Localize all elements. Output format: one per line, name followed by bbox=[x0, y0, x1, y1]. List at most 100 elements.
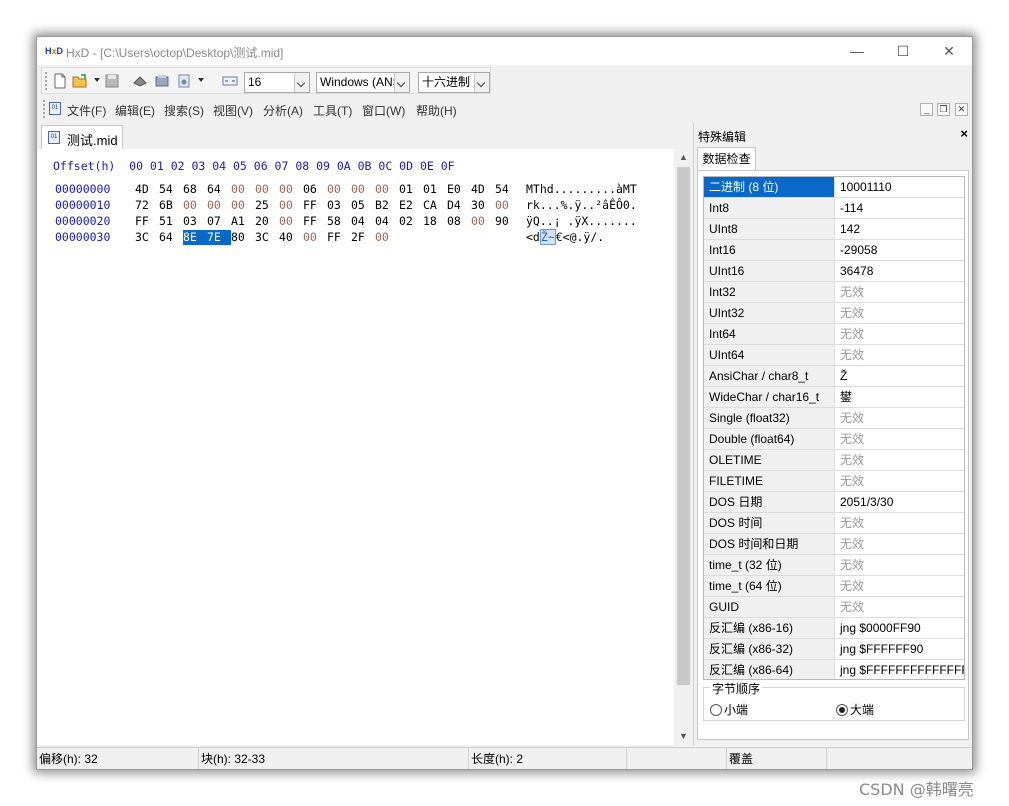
inspector-value[interactable]: 10001110 bbox=[836, 177, 964, 197]
hex-byte[interactable]: 00 bbox=[351, 182, 375, 197]
inspector-value[interactable]: 无效 bbox=[836, 282, 964, 302]
hex-byte[interactable]: 25 bbox=[255, 198, 279, 213]
hex-byte[interactable]: 01 bbox=[423, 182, 447, 197]
hex-byte[interactable]: 00 bbox=[207, 198, 231, 213]
maximize-button[interactable]: ☐ bbox=[880, 37, 926, 65]
inspector-row[interactable]: UInt32 无效 bbox=[704, 303, 964, 324]
mdi-close-button[interactable]: ✕ bbox=[955, 103, 968, 116]
scroll-down-icon[interactable]: ▼ bbox=[675, 728, 692, 745]
inspector-value[interactable]: jng $FFFFFF90 bbox=[836, 639, 964, 659]
hex-byte[interactable]: 00 bbox=[327, 182, 351, 197]
inspector-value[interactable]: 无效 bbox=[836, 450, 964, 470]
menu-file[interactable]: 文件(F) bbox=[67, 102, 106, 119]
inspector-row[interactable]: Int16 -29058 bbox=[704, 240, 964, 261]
menu-analysis[interactable]: 分析(A) bbox=[263, 102, 303, 119]
hex-byte[interactable]: 30 bbox=[471, 198, 495, 213]
menu-help[interactable]: 帮助(H) bbox=[416, 102, 457, 119]
inspector-row[interactable]: Double (float64) 无效 bbox=[704, 429, 964, 450]
hex-byte[interactable]: 72 bbox=[135, 198, 159, 213]
row-bytes[interactable]: FF 51 03 07 A1 20 00 FF 58 04 04 02 18 08 00 90 bbox=[135, 214, 519, 229]
ascii-selection[interactable]: Ž~ bbox=[539, 229, 556, 245]
hex-byte[interactable]: FF bbox=[303, 214, 327, 229]
inspector-value[interactable]: -114 bbox=[836, 198, 964, 218]
scrollbar-thumb[interactable] bbox=[677, 167, 690, 685]
inspector-row[interactable]: Int32 无效 bbox=[704, 282, 964, 303]
row-ascii[interactable]: ÿQ..¡ .ÿX....... bbox=[526, 214, 637, 228]
hex-byte[interactable]: 00 bbox=[183, 198, 207, 213]
inspector-row[interactable]: 反汇编 (x86-32) jng $FFFFFF90 bbox=[704, 639, 964, 660]
inspector-row[interactable]: DOS 日期 2051/3/30 bbox=[704, 492, 964, 513]
hex-byte[interactable]: 80 bbox=[231, 230, 255, 245]
inspector-row[interactable]: 二进制 (8 位) 10001110 bbox=[704, 177, 964, 198]
hex-byte[interactable]: 04 bbox=[375, 214, 399, 229]
inspector-row[interactable]: GUID 无效 bbox=[704, 597, 964, 618]
hex-byte[interactable]: 3C bbox=[255, 230, 279, 245]
inspector-value[interactable]: -29058 bbox=[836, 240, 964, 260]
hex-row[interactable]: 00000030 3C 64 8E 7E 80 3C 40 00 FF 2F 00 <dŽ~€<@.ÿ/… bbox=[37, 229, 674, 246]
hex-byte[interactable]: 00 bbox=[375, 230, 399, 245]
ascii-text[interactable]: €<@.ÿ/. bbox=[556, 230, 604, 244]
inspector-row[interactable]: AnsiChar / char8_t Ž bbox=[704, 366, 964, 387]
hex-byte[interactable]: 00 bbox=[279, 198, 303, 213]
inspector-row[interactable]: 反汇编 (x86-16) jng $0000FF90 bbox=[704, 618, 964, 639]
inspector-row[interactable]: Int8 -114 bbox=[704, 198, 964, 219]
hex-byte[interactable]: 64 bbox=[207, 182, 231, 197]
hex-byte[interactable]: 4D bbox=[135, 182, 159, 197]
offset-base-select[interactable]: 十六进制 bbox=[418, 72, 490, 93]
row-ascii[interactable]: <dŽ~€<@.ÿ/. bbox=[526, 229, 604, 245]
inspector-row[interactable]: Single (float32) 无效 bbox=[704, 408, 964, 429]
inspector-row[interactable]: UInt16 36478 bbox=[704, 261, 964, 282]
hex-row[interactable]: 00000010 72 6B 00 00 00 25 00 FF 03 05 B2 E2 CA D4 30 00… bbox=[37, 198, 674, 214]
hex-byte[interactable]: 00 bbox=[471, 214, 495, 229]
menu-tools[interactable]: 工具(T) bbox=[313, 102, 352, 119]
scroll-up-icon[interactable]: ▲ bbox=[675, 149, 692, 166]
hex-byte[interactable]: 08 bbox=[447, 214, 471, 229]
inspector-row[interactable]: UInt64 无效 bbox=[704, 345, 964, 366]
inspector-value[interactable]: jng $0000FF90 bbox=[836, 618, 964, 638]
hex-byte[interactable]: A1 bbox=[231, 214, 255, 229]
hex-byte[interactable]: 7E bbox=[207, 230, 231, 245]
hex-byte[interactable]: 90 bbox=[495, 214, 519, 229]
hex-byte[interactable]: 00 bbox=[279, 182, 303, 197]
panel-close-icon[interactable]: × bbox=[960, 126, 968, 141]
charset-select[interactable]: Windows (ANSI) bbox=[316, 72, 410, 93]
hex-byte[interactable]: 00 bbox=[303, 230, 327, 245]
hex-byte[interactable]: 54 bbox=[495, 182, 519, 197]
inspector-row[interactable]: FILETIME 无效 bbox=[704, 471, 964, 492]
hex-row[interactable]: 00000000 4D 54 68 64 00 00 00 06 00 00 00 01 01 E0 4D 54… bbox=[37, 182, 674, 198]
hex-byte[interactable]: 6B bbox=[159, 198, 183, 213]
hex-byte[interactable]: 40 bbox=[279, 230, 303, 245]
open-file-icon[interactable] bbox=[72, 73, 88, 89]
hex-byte[interactable]: 2F bbox=[351, 230, 375, 245]
inspector-value[interactable]: 无效 bbox=[836, 576, 964, 596]
inspector-value[interactable]: 无效 bbox=[836, 324, 964, 344]
chevron-down-icon[interactable] bbox=[294, 73, 309, 92]
hex-byte[interactable]: 68 bbox=[183, 182, 207, 197]
inspector-row[interactable]: OLETIME 无效 bbox=[704, 450, 964, 471]
hex-row[interactable]: 00000020 FF 51 03 07 A1 20 00 FF 58 04 04 02 18 08 00 90… bbox=[37, 214, 674, 230]
inspector-row[interactable]: UInt8 142 bbox=[704, 219, 964, 240]
inspector-value[interactable]: 无效 bbox=[836, 429, 964, 449]
inspector-row[interactable]: Int64 无效 bbox=[704, 324, 964, 345]
hex-byte[interactable]: 18 bbox=[423, 214, 447, 229]
close-button[interactable]: ✕ bbox=[926, 37, 972, 65]
inspector-value[interactable]: 2051/3/30 bbox=[836, 492, 964, 512]
hex-byte[interactable]: 06 bbox=[303, 182, 327, 197]
mdi-restore-button[interactable]: ❐ bbox=[937, 103, 950, 116]
big-endian-radio[interactable]: 大端 bbox=[836, 701, 874, 718]
inspector-value[interactable]: 无效 bbox=[836, 345, 964, 365]
inspector-value[interactable]: 无效 bbox=[836, 597, 964, 617]
hex-byte[interactable]: 00 bbox=[231, 182, 255, 197]
open-file-view-icon[interactable] bbox=[176, 73, 192, 89]
hex-byte[interactable]: 07 bbox=[207, 214, 231, 229]
hex-byte[interactable]: 02 bbox=[399, 214, 423, 229]
hex-byte[interactable]: B2 bbox=[375, 198, 399, 213]
row-bytes[interactable]: 72 6B 00 00 00 25 00 FF 03 05 B2 E2 CA D4 30 00 bbox=[135, 198, 519, 213]
inspector-row[interactable]: WideChar / char16_t 鐢 bbox=[704, 387, 964, 408]
tab-data-inspector[interactable]: 数据检查 bbox=[697, 147, 756, 171]
ascii-text[interactable]: <d bbox=[526, 230, 540, 244]
menu-edit[interactable]: 编辑(E) bbox=[115, 102, 155, 119]
inspector-row[interactable]: time_t (32 位) 无效 bbox=[704, 555, 964, 576]
row-ascii[interactable]: MThd.........àMT bbox=[526, 182, 637, 196]
hex-byte[interactable]: 4D bbox=[471, 182, 495, 197]
